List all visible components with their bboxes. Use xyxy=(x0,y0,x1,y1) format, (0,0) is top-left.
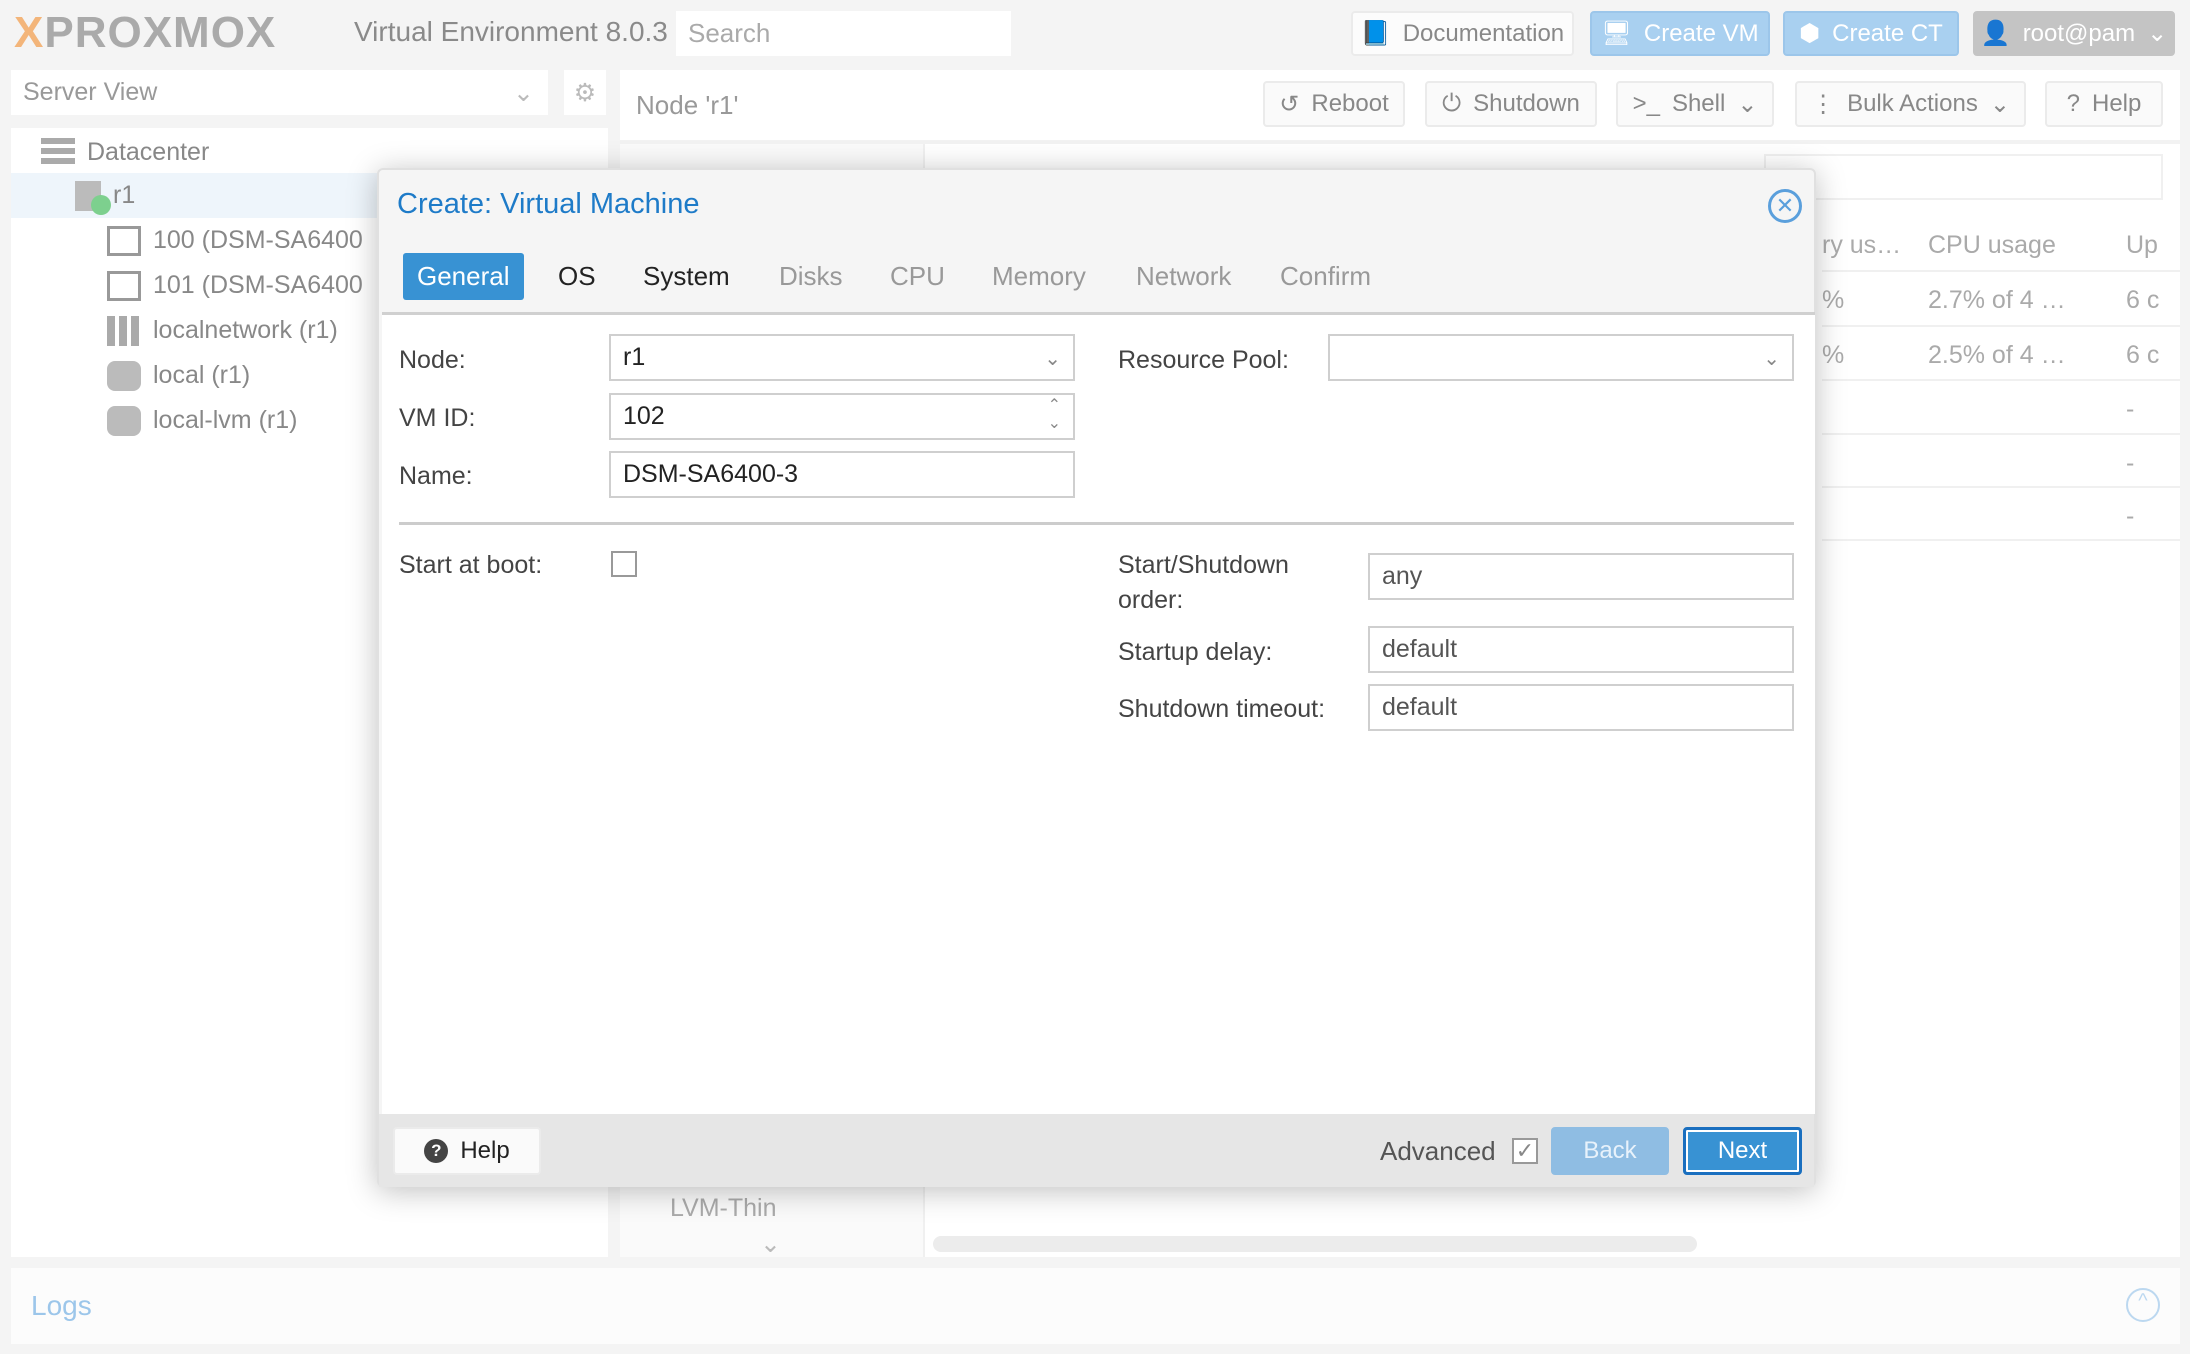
node-select[interactable]: r1 ⌄ xyxy=(609,334,1075,381)
tab-confirm[interactable]: Confirm xyxy=(1266,253,1385,300)
grid-search-input[interactable] xyxy=(1764,154,2163,200)
dialog-title: Create: Virtual Machine xyxy=(397,188,700,220)
monitor-icon: 🖥 xyxy=(1601,20,1632,47)
reboot-icon: ↺ xyxy=(1279,90,1300,118)
chevron-down-icon[interactable]: ⌄ xyxy=(760,1229,781,1259)
kebab-icon: ⋮ xyxy=(1811,90,1836,118)
view-selector[interactable]: Server View ⌄ xyxy=(11,70,548,115)
help-button[interactable]: ? Help xyxy=(2045,81,2163,127)
shutdown-button[interactable]: ⏻ Shutdown xyxy=(1425,81,1597,127)
back-button[interactable]: Back xyxy=(1551,1127,1669,1175)
chevron-down-icon: ⌄ xyxy=(1989,90,2010,118)
node-online-icon xyxy=(75,180,111,215)
table-row[interactable]: - xyxy=(1822,488,2180,541)
logs-panel: Logs ^ xyxy=(11,1268,2180,1344)
chevron-down-icon: ⌄ xyxy=(513,78,534,107)
create-ct-button[interactable]: ⬢ Create CT xyxy=(1783,11,1959,56)
terminal-icon: >_ xyxy=(1632,90,1660,117)
grid-header: ry us… CPU usage Up xyxy=(1822,217,2180,272)
logs-title: Logs xyxy=(31,1290,92,1321)
shutdown-timeout-label: Shutdown timeout: xyxy=(1118,695,1326,723)
tab-disks[interactable]: Disks xyxy=(765,253,857,300)
column-header[interactable]: ry us… xyxy=(1822,231,1901,260)
order-label: order: xyxy=(1118,586,1184,614)
order-label: Start/Shutdown xyxy=(1118,551,1289,579)
nav-item[interactable]: LVM-Thin xyxy=(670,1194,777,1223)
documentation-button[interactable]: 📘 Documentation xyxy=(1351,11,1574,56)
vmid-spinner[interactable]: 102 ⌃ ⌄ xyxy=(609,393,1075,440)
order-input[interactable]: any xyxy=(1368,553,1794,600)
general-form: Node: r1 ⌄ VM ID: 102 ⌃ ⌄ Name: DSM-SA6400-… xyxy=(382,312,1815,1114)
column-header[interactable]: Up xyxy=(2126,231,2158,260)
grid-icon xyxy=(107,315,141,346)
version-label: Virtual Environment 8.0.3 xyxy=(354,16,668,47)
chevron-down-icon: ⌄ xyxy=(1044,348,1061,370)
tab-network[interactable]: Network xyxy=(1122,253,1245,300)
shutdown-timeout-input[interactable]: default xyxy=(1368,684,1794,731)
start-at-boot-checkbox[interactable] xyxy=(611,551,637,577)
create-vm-dialog: Create: Virtual Machine ✕ General OS Sys… xyxy=(377,168,1816,1187)
horizontal-scrollbar[interactable] xyxy=(933,1236,1697,1252)
book-icon: 📘 xyxy=(1360,20,1391,47)
advanced-checkbox[interactable]: ✓ xyxy=(1512,1138,1538,1164)
tab-general[interactable]: General xyxy=(403,253,524,300)
create-vm-button[interactable]: 🖥 Create VM xyxy=(1590,11,1770,56)
vm-running-icon xyxy=(107,270,141,301)
table-row[interactable]: - xyxy=(1822,435,2180,488)
dialog-help-button[interactable]: ? Help xyxy=(393,1127,541,1175)
chevron-down-icon: ⌄ xyxy=(2147,20,2168,47)
start-at-boot-label: Start at boot: xyxy=(399,551,543,579)
panel-title: Node 'r1' xyxy=(636,90,739,120)
divider xyxy=(399,522,1794,525)
tab-memory[interactable]: Memory xyxy=(978,253,1100,300)
chevron-down-icon: ⌄ xyxy=(1763,348,1780,370)
table-row[interactable]: % 2.7% of 4 … 6 c xyxy=(1822,272,2180,327)
gear-icon[interactable]: ⚙ xyxy=(564,70,606,115)
startup-delay-label: Startup delay: xyxy=(1118,638,1273,666)
search-input[interactable] xyxy=(676,11,1011,56)
resource-pool-label: Resource Pool: xyxy=(1118,346,1289,374)
shell-button[interactable]: >_ Shell ⌄ xyxy=(1616,81,1774,127)
node-label: Node: xyxy=(399,346,466,374)
tab-cpu[interactable]: CPU xyxy=(876,253,959,300)
spinner-icon[interactable]: ⌃ ⌄ xyxy=(1048,397,1061,433)
database-icon xyxy=(107,360,141,391)
question-icon: ? xyxy=(424,1139,449,1163)
advanced-label: Advanced xyxy=(1380,1136,1496,1166)
dialog-footer: ? Help Advanced ✓ Back Next xyxy=(379,1114,1814,1187)
database-icon xyxy=(107,405,141,436)
tab-system[interactable]: System xyxy=(629,253,744,300)
table-row[interactable]: % 2.5% of 4 … 6 c xyxy=(1822,327,2180,381)
bulk-actions-button[interactable]: ⋮ Bulk Actions ⌄ xyxy=(1795,81,2026,127)
vm-running-icon xyxy=(107,225,141,256)
name-input[interactable]: DSM-SA6400-3 xyxy=(609,451,1075,498)
proxmox-logo: X PROXMOX xyxy=(14,8,277,57)
grid-body: % 2.7% of 4 … 6 c % 2.5% of 4 … 6 c - - - xyxy=(1822,272,2180,541)
question-icon: ? xyxy=(2066,90,2080,117)
reboot-button[interactable]: ↺ Reboot xyxy=(1263,81,1405,127)
startup-delay-input[interactable]: default xyxy=(1368,626,1794,673)
resource-pool-select[interactable]: ⌄ xyxy=(1328,334,1794,381)
user-icon: 👤 xyxy=(1980,20,2011,47)
user-menu-button[interactable]: 👤 root@pam ⌄ xyxy=(1973,11,2175,56)
vmid-label: VM ID: xyxy=(399,404,476,432)
chevron-down-icon: ⌄ xyxy=(1737,90,1758,118)
cube-icon: ⬢ xyxy=(1799,20,1821,47)
close-icon[interactable]: ✕ xyxy=(1768,189,1802,223)
table-row[interactable]: - xyxy=(1822,381,2180,435)
next-button[interactable]: Next xyxy=(1683,1127,1802,1175)
power-icon: ⏻ xyxy=(1442,90,1462,117)
column-header[interactable]: CPU usage xyxy=(1928,231,2056,260)
tab-os[interactable]: OS xyxy=(544,253,610,300)
expand-up-icon[interactable]: ^ xyxy=(2126,1288,2160,1322)
name-label: Name: xyxy=(399,462,473,490)
server-rack-icon xyxy=(41,137,75,168)
